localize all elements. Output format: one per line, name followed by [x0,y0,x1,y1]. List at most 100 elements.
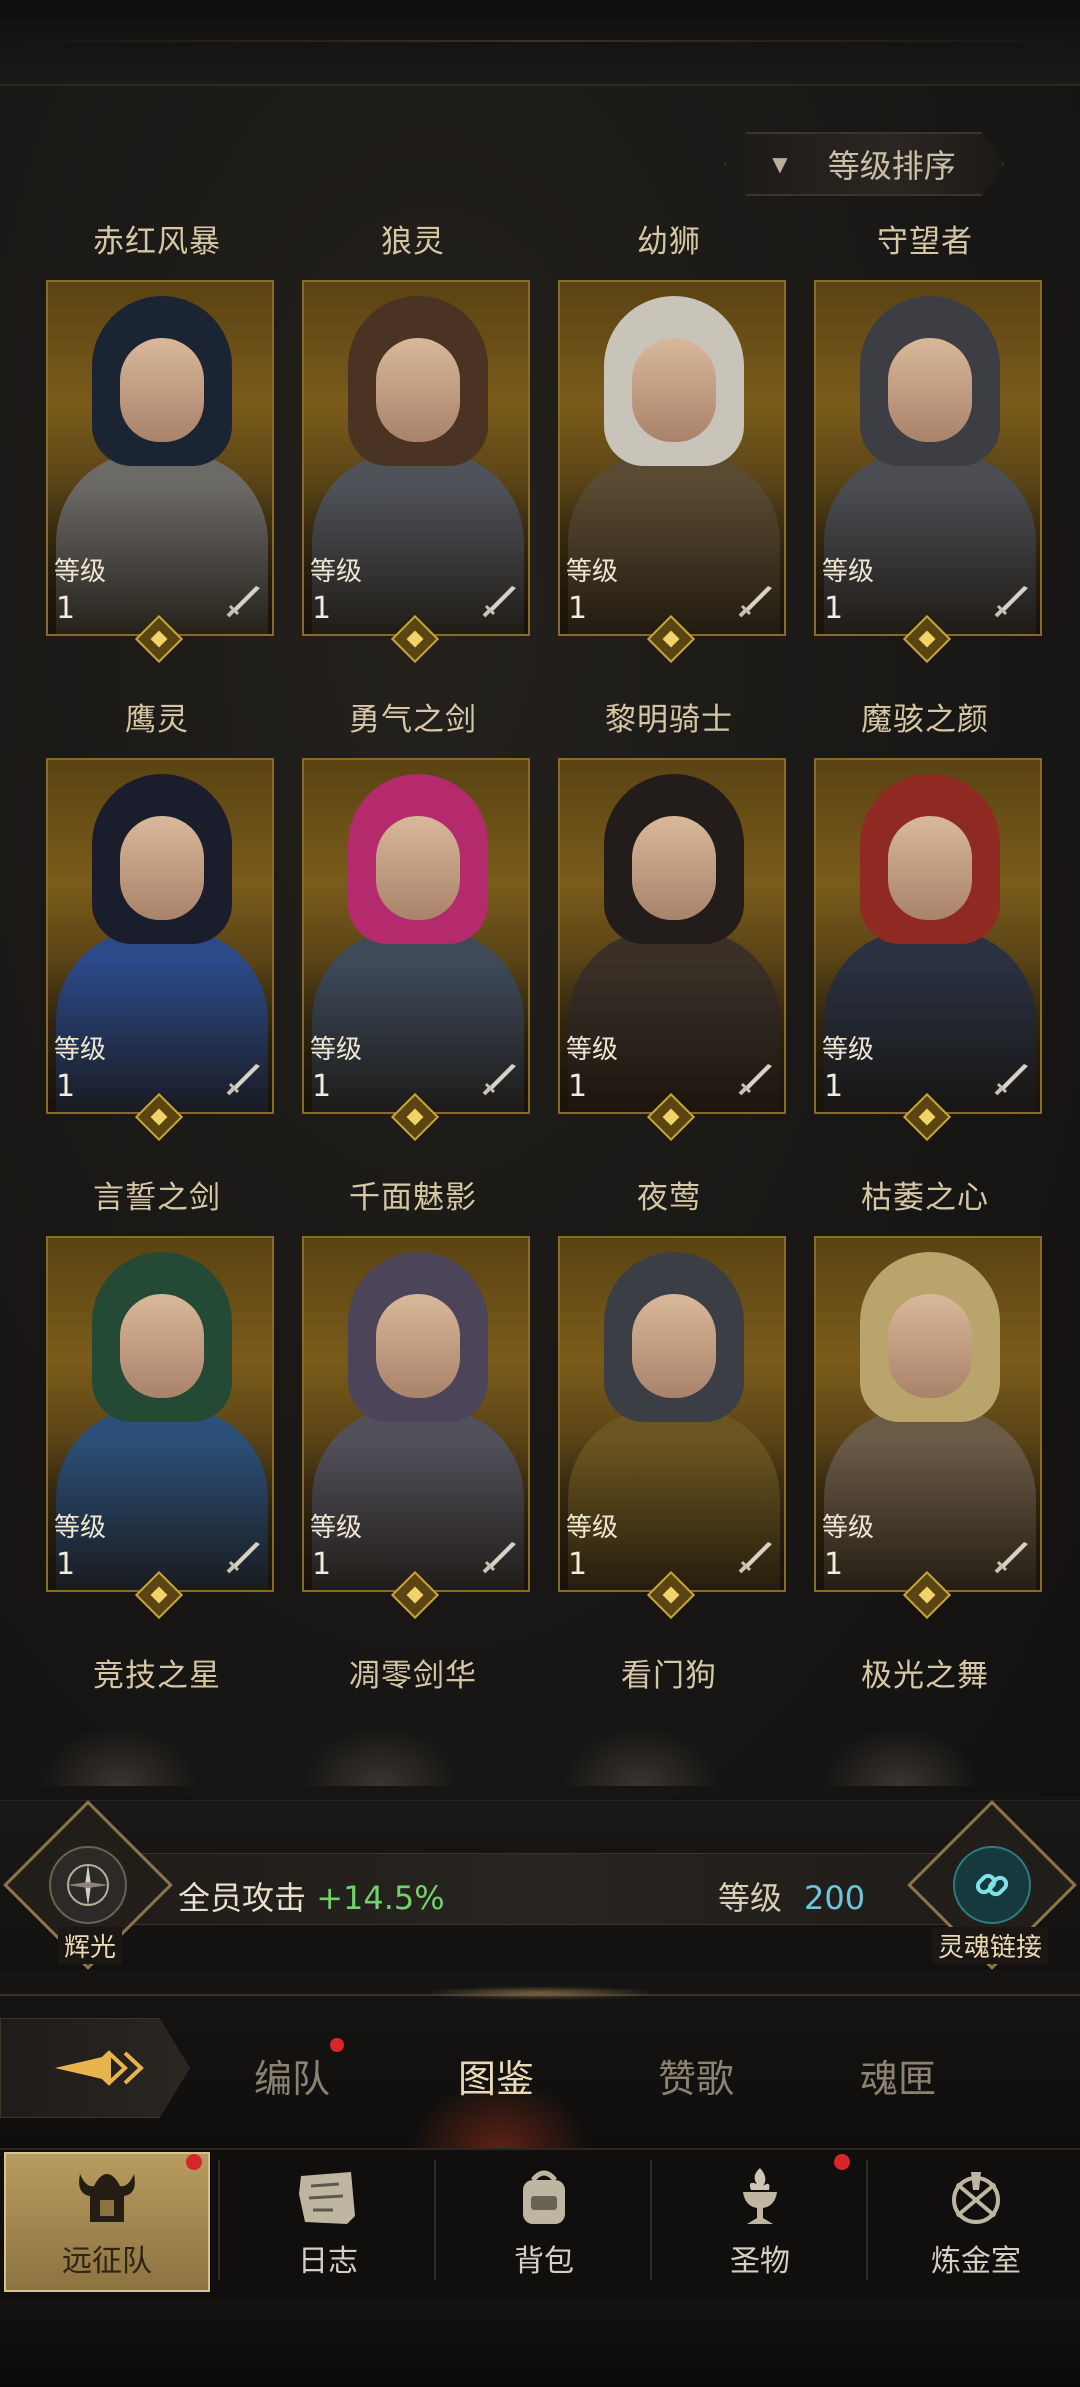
level-value: 200 [804,1879,866,1917]
hero-card-partial [560,1726,720,1786]
nav-divider [218,2160,220,2280]
hero-portrait-frame: 等级 1 [302,758,530,1114]
nav-label: 炼金室 [931,2244,1021,2279]
hero-portrait-frame: 等级 1 [558,1236,786,1592]
attack-value: +14.5% [316,1879,445,1917]
hero-card-partial [820,1726,980,1786]
hero-portrait-frame: 等级 1 [814,758,1042,1114]
hero-name: 幼狮 [637,224,701,260]
hero-level: 1 [824,1069,844,1104]
hero-collection-panel: ▼ 等级排序 赤红风暴 等级 1 狼灵 等级 1 幼狮 等级 1 守望者 等级 … [0,86,1080,1796]
hero-level: 1 [568,591,588,626]
nav-label: 日志 [298,2244,358,2279]
attack-label: 全员攻击 [178,1879,307,1917]
sword-icon [482,586,516,618]
collection-tabs: 编队 图鉴 赞歌 魂匣 [0,1986,1080,2150]
dropdown-arrow-icon: ▼ [772,152,788,176]
team-attack-stat: 全员攻击 +14.5% [178,1873,445,1919]
chain-link-icon [975,1873,1009,1897]
hero-name: 夜莺 [637,1180,701,1216]
hero-level: 1 [56,591,76,626]
level-caption: 等级 [310,1035,363,1065]
hero-name: 守望者 [877,224,973,260]
back-button[interactable] [0,2018,190,2118]
team-stats-bar: 辉光 全员攻击 +14.5% 等级 200 灵魂链接 [0,1800,1080,1970]
level-caption: 等级 [54,1035,107,1065]
hero-name: 枯萎之心 [861,1180,989,1216]
sword-icon [738,1542,772,1574]
nav-backpack[interactable]: 背包 [436,2150,652,2290]
nav-label: 圣物 [730,2244,790,2279]
level-caption: 等级 [54,1513,107,1543]
hero-level: 1 [568,1069,588,1104]
arrow-left-icon [55,2050,144,2086]
tab-label: 图鉴 [457,2057,534,2101]
sort-label: 等级排序 [827,147,956,185]
helmet-icon [72,2166,142,2230]
level-caption: 等级 [566,1513,619,1543]
level-caption: 等级 [822,1035,875,1065]
hero-name: 极光之舞 [861,1658,989,1694]
sword-icon [994,586,1028,618]
nav-divider [434,2160,436,2280]
tab-label: 魂匣 [859,2057,936,2101]
chalice-flame-icon [725,2166,795,2230]
notification-dot [330,2038,344,2052]
hero-portrait-frame: 等级 1 [814,280,1042,636]
level-caption: 等级 [566,1035,619,1065]
hero-name: 言誓之剑 [93,1180,221,1216]
notification-dot [186,2154,202,2170]
level-caption: 等级 [822,1513,875,1543]
tab-1[interactable]: 图鉴 [416,2048,576,2103]
alchemy-icon [941,2166,1011,2230]
level-caption: 等级 [54,557,107,587]
nav-divider [650,2160,652,2280]
tab-label: 编队 [253,2057,330,2101]
hero-portrait-frame: 等级 1 [302,1236,530,1592]
hero-portrait-frame: 等级 1 [558,758,786,1114]
hero-name: 狼灵 [381,224,445,260]
level-caption: 等级 [822,557,875,587]
sword-icon [994,1064,1028,1096]
compass-icon [67,1864,109,1906]
hero-name: 竞技之星 [93,1658,221,1694]
hero-level: 1 [824,1547,844,1582]
hero-level: 1 [568,1547,588,1582]
hero-portrait-frame: 等级 1 [814,1236,1042,1592]
hero-portrait-frame: 等级 1 [558,280,786,636]
nav-alchemy[interactable]: 炼金室 [868,2150,1080,2290]
nav-helmet[interactable]: 远征队 [4,2152,210,2292]
hero-name: 赤红风暴 [93,224,221,260]
hero-name: 凋零剑华 [349,1658,477,1694]
hero-level: 1 [56,1069,76,1104]
tab-2[interactable]: 赞歌 [616,2048,776,2103]
bottom-navigation: 远征队 日志 背包 圣物 炼金室 [0,2148,1080,2387]
hero-name: 勇气之剑 [349,702,477,738]
sword-icon [226,586,260,618]
hero-name: 鹰灵 [125,702,189,738]
sort-by-level-button[interactable]: ▼ 等级排序 [724,132,1004,196]
hero-level: 1 [312,1547,332,1582]
tab-3[interactable]: 魂匣 [818,2048,978,2103]
notification-dot [834,2154,850,2170]
level-caption: 等级 [310,557,363,587]
scroll-map-icon [293,2166,363,2230]
hero-portrait-frame: 等级 1 [302,280,530,636]
sword-icon [738,586,772,618]
hero-name: 千面魅影 [349,1180,477,1216]
level-caption: 等级 [566,557,619,587]
sword-icon [226,1064,260,1096]
backpack-icon [509,2166,579,2230]
hero-level: 1 [312,591,332,626]
hero-name: 黎明骑士 [605,702,733,738]
top-decoration-band [0,0,1080,86]
tab-label: 赞歌 [657,2057,734,2101]
hero-card-partial [40,1726,200,1786]
tab-0[interactable]: 编队 [212,2038,372,2103]
hero-level: 1 [824,591,844,626]
nav-scroll-map[interactable]: 日志 [220,2150,436,2290]
nav-chalice-flame[interactable]: 圣物 [652,2150,868,2290]
level-label: 等级 [718,1879,783,1917]
sword-icon [482,1064,516,1096]
soul-link-level: 等级 200 [718,1873,865,1919]
